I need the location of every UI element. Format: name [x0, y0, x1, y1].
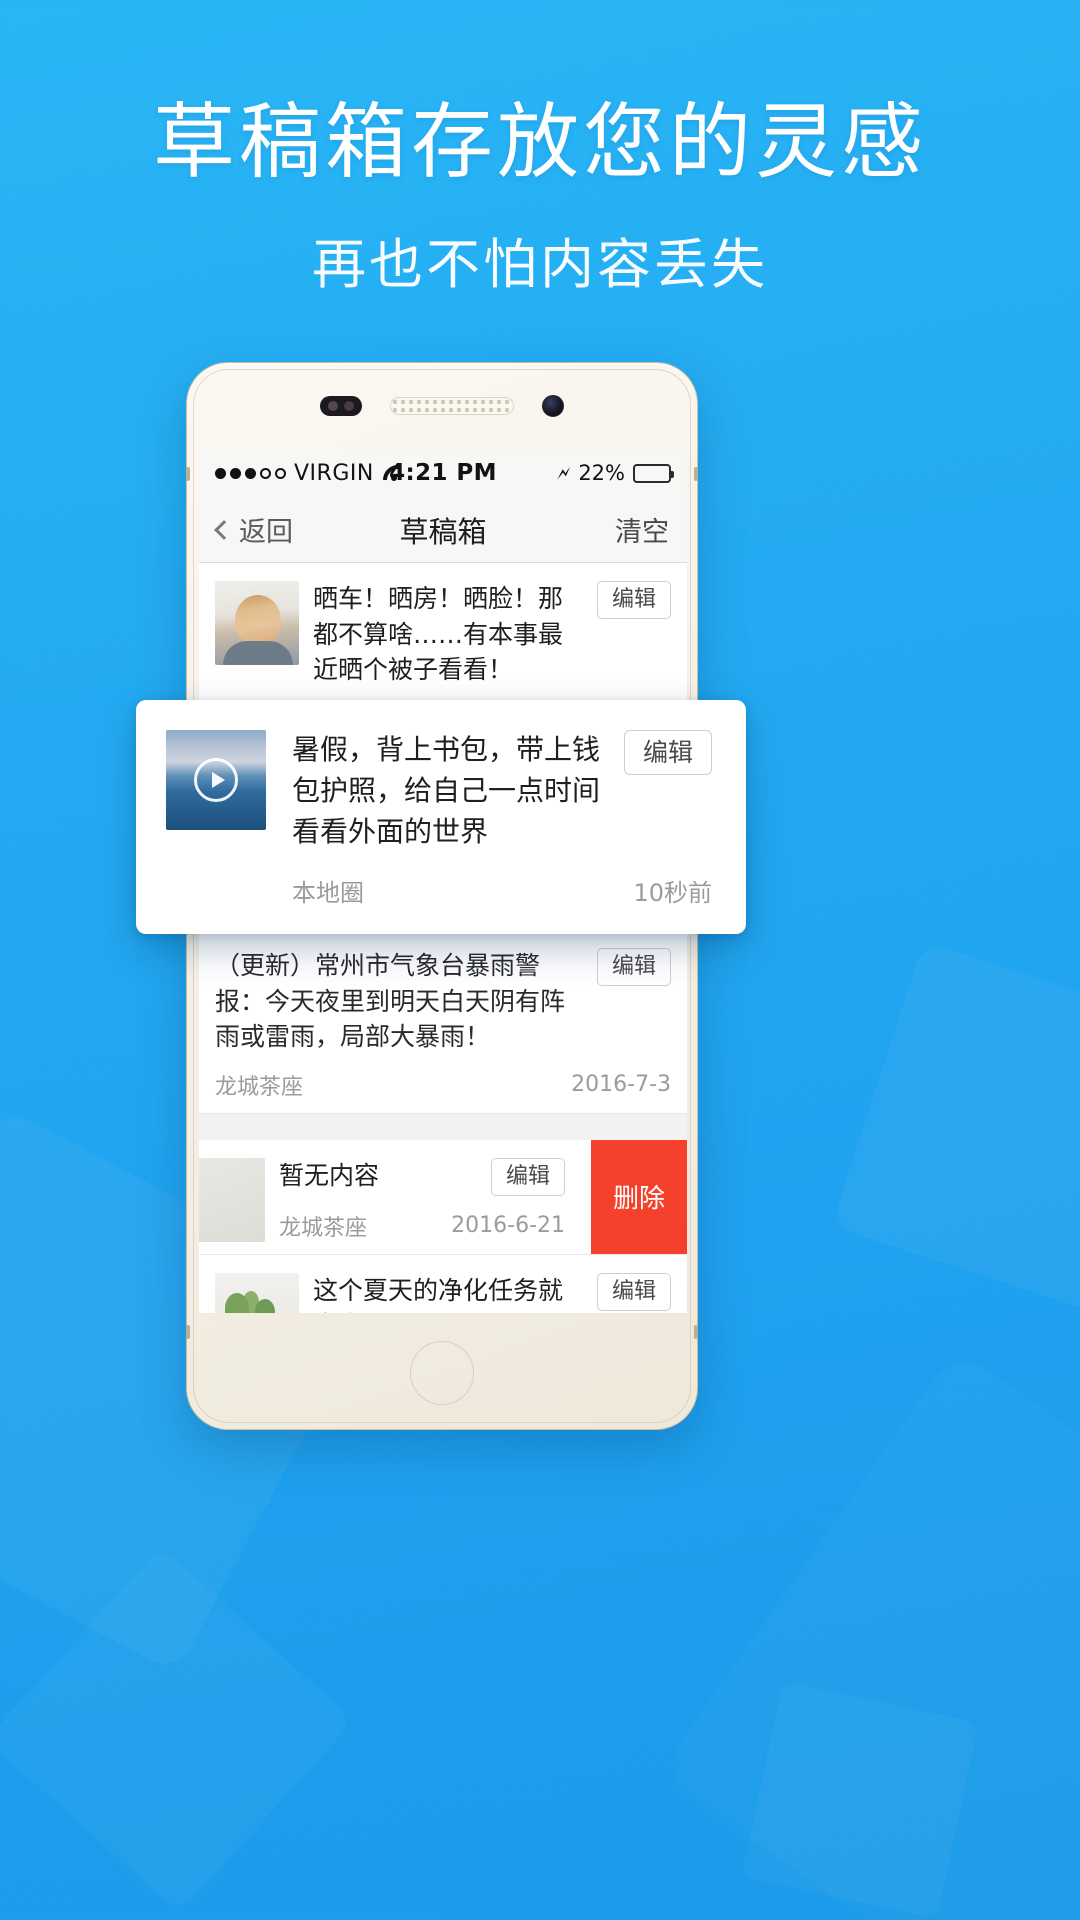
- battery-percent-label: 22%: [578, 461, 625, 485]
- promo-subheadline: 再也不怕内容丢失: [312, 233, 768, 297]
- draft-channel: 龙城茶座: [279, 1215, 368, 1241]
- draft-body: （更新）常州市气象台暴雨警报：今天夜里到明天白天阴有阵雨或雷雨，局部大暴雨！ 编…: [215, 948, 671, 1101]
- background-shape: [658, 1348, 1080, 1920]
- edit-button[interactable]: 编辑: [596, 581, 671, 619]
- edit-button[interactable]: 编辑: [596, 948, 671, 986]
- app-navigation-bar: 返回 草稿箱 清空: [199, 497, 687, 563]
- edit-button[interactable]: 编辑: [596, 1272, 671, 1311]
- sensor-dot: [328, 401, 338, 411]
- draft-header: 暂无内容 编辑: [279, 1157, 565, 1196]
- edit-button[interactable]: 编辑: [623, 730, 712, 775]
- promo-headline: 草稿箱存放您的灵感: [152, 95, 927, 190]
- background-shape: [741, 1681, 978, 1918]
- highlighted-draft-card[interactable]: 暑假，背上书包，带上钱包护照，给自己一点时间看看外面的世界 编辑 本地圈 10秒…: [136, 700, 746, 934]
- sensor-dot: [344, 401, 354, 411]
- background-shape: [0, 1546, 354, 1913]
- draft-meta: 本地圈 10秒前: [292, 873, 712, 908]
- drafts-list: 晒车！晒房！晒脸！那都不算啥……有本事最近晒个被子看看！ 编辑 本地圈 刚刚: [199, 563, 687, 1313]
- earpiece-speaker: [390, 397, 514, 415]
- edit-button[interactable]: 编辑: [490, 1157, 565, 1196]
- draft-channel: 龙城茶座: [215, 1074, 304, 1100]
- home-button[interactable]: [410, 1341, 474, 1405]
- draft-meta: 龙城茶座 2016-7-3: [215, 1069, 671, 1101]
- draft-meta: 龙城茶座 2016-6-21: [279, 1210, 565, 1242]
- phone-bottom-bezel: [187, 1311, 697, 1429]
- status-bar: VIRGIN 4:21 PM 🗲 22%: [199, 449, 687, 497]
- draft-list-item[interactable]: 这个夏天的净化任务就靠它了 编辑 龙城茶座 2016-6-3: [199, 1254, 687, 1314]
- draft-body: 这个夏天的净化任务就靠它了 编辑 龙城茶座 2016-6-3: [313, 1272, 671, 1314]
- draft-time: 2016-7-3: [571, 1072, 671, 1097]
- bluetooth-icon: 🗲: [556, 461, 571, 485]
- draft-header: 晒车！晒房！晒脸！那都不算啥……有本事最近晒个被子看看！ 编辑: [313, 581, 671, 688]
- front-camera-icon: [542, 395, 564, 417]
- draft-thumbnail: [215, 581, 299, 665]
- draft-body: 暂无内容 编辑 龙城茶座 2016-6-21: [279, 1157, 565, 1242]
- status-bar-right: 🗲 22%: [556, 461, 674, 485]
- draft-thumbnail: [215, 1272, 299, 1313]
- draft-body: 暑假，背上书包，带上钱包护照，给自己一点时间看看外面的世界 编辑 本地圈 10秒…: [292, 730, 712, 908]
- delete-button[interactable]: 删除: [591, 1139, 687, 1254]
- draft-time: 2016-6-21: [451, 1213, 565, 1238]
- background-shape: [830, 940, 1080, 1320]
- draft-list-item[interactable]: （更新）常州市气象台暴雨警报：今天夜里到明天白天阴有阵雨或雷雨，局部大暴雨！ 编…: [199, 930, 687, 1114]
- draft-list-item-swiped[interactable]: 暂无内容 编辑 龙城茶座 2016-6-21 删除: [199, 1139, 687, 1255]
- list-separator: [199, 1113, 687, 1140]
- proximity-sensor-icon: [320, 396, 362, 416]
- phone-top-bezel: [187, 363, 697, 449]
- page-title: 草稿箱: [399, 514, 487, 549]
- draft-title: （更新）常州市气象台暴雨警报：今天夜里到明天白天阴有阵雨或雷雨，局部大暴雨！: [215, 951, 566, 1051]
- antenna-line: [694, 467, 698, 481]
- draft-title: 暑假，背上书包，带上钱包护照，给自己一点时间看看外面的世界: [292, 733, 601, 848]
- draft-thumbnail: [199, 1157, 265, 1242]
- antenna-line: [186, 467, 190, 481]
- battery-icon: [633, 463, 674, 483]
- clear-all-button[interactable]: 清空: [615, 510, 669, 549]
- draft-header: 暑假，背上书包，带上钱包护照，给自己一点时间看看外面的世界 编辑: [292, 730, 712, 853]
- draft-header: （更新）常州市气象台暴雨警报：今天夜里到明天白天阴有阵雨或雷雨，局部大暴雨！ 编…: [215, 948, 671, 1055]
- draft-time: 10秒前: [633, 878, 712, 907]
- draft-row-content: 暂无内容 编辑 龙城茶座 2016-6-21: [199, 1157, 577, 1242]
- draft-title: 暂无内容: [279, 1160, 380, 1190]
- play-icon: [194, 758, 238, 802]
- draft-header: 这个夏天的净化任务就靠它了 编辑: [313, 1272, 671, 1314]
- draft-thumbnail: [166, 730, 266, 830]
- draft-title: 晒车！晒房！晒脸！那都不算啥……有本事最近晒个被子看看！: [313, 584, 564, 684]
- draft-title: 这个夏天的净化任务就靠它了: [313, 1275, 564, 1314]
- draft-channel: 本地圈: [292, 878, 364, 907]
- promo-text-block: 草稿箱存放您的灵感 再也不怕内容丢失: [0, 95, 1080, 299]
